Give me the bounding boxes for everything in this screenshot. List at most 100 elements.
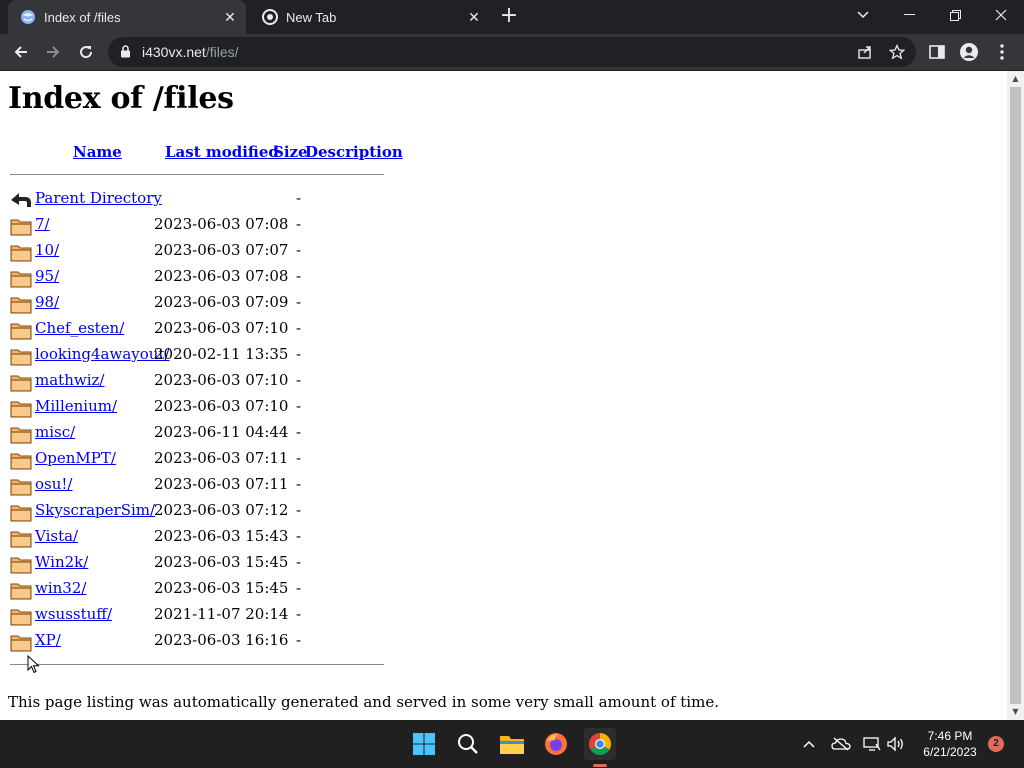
last-modified: 2023-06-03 07:10: [154, 397, 289, 415]
clock-date: 6/21/2023: [923, 745, 977, 759]
directory-link[interactable]: Millenium/: [35, 397, 117, 415]
size: -: [296, 371, 302, 389]
lock-icon[interactable]: [120, 43, 134, 62]
folder-icon: [10, 294, 32, 314]
mouse-cursor-icon: [27, 655, 40, 674]
directory-link[interactable]: Chef_esten/: [35, 319, 124, 337]
size: -: [296, 579, 302, 597]
back-arrow-icon[interactable]: [8, 39, 34, 65]
directory-row: Win2k/2023-06-03 15:45-: [0, 550, 400, 576]
reload-icon[interactable]: [73, 39, 99, 65]
scrollbar-thumb[interactable]: [1010, 87, 1021, 704]
folder-icon: [10, 346, 32, 366]
tab-index-of-files[interactable]: Index of /files ✕: [8, 0, 246, 34]
size: -: [296, 397, 302, 415]
address-bar[interactable]: i430vx.net/files/: [108, 37, 916, 67]
folder-icon: [10, 372, 32, 392]
column-header-description[interactable]: Description: [305, 143, 403, 161]
directory-row: 98/2023-06-03 07:09-: [0, 290, 400, 316]
onedrive-offline-icon[interactable]: [831, 734, 851, 754]
windows-taskbar: 7:46 PM 6/21/2023 2: [0, 720, 1024, 768]
column-header-size[interactable]: Size: [273, 143, 308, 161]
page-viewport: Index of /files Name Last modified Size …: [0, 71, 1007, 720]
directory-link[interactable]: mathwiz/: [35, 371, 104, 389]
chrome-icon[interactable]: [584, 728, 616, 760]
start-icon[interactable]: [408, 728, 440, 760]
window-close-icon[interactable]: [978, 0, 1024, 30]
directory-link[interactable]: osu!/: [35, 475, 72, 493]
directory-link[interactable]: 10/: [35, 241, 59, 259]
directory-link[interactable]: looking4awayout/: [35, 345, 170, 363]
firefox-icon[interactable]: [540, 728, 572, 760]
chrome-favicon-icon: [262, 9, 278, 25]
directory-link[interactable]: XP/: [35, 631, 61, 649]
size: -: [296, 475, 302, 493]
page-title: Index of /files: [8, 81, 234, 116]
last-modified: 2023-06-03 07:12: [154, 501, 289, 519]
size: -: [296, 423, 302, 441]
folder-icon: [10, 606, 32, 626]
folder-icon: [10, 450, 32, 470]
folder-icon: [10, 528, 32, 548]
size: -: [296, 553, 302, 571]
folder-icon: [10, 554, 32, 574]
url-path: /files/: [205, 44, 239, 60]
folder-icon: [10, 398, 32, 418]
directory-row: win32/2023-06-03 15:45-: [0, 576, 400, 602]
directory-link[interactable]: Vista/: [35, 527, 78, 545]
directory-link[interactable]: OpenMPT/: [35, 449, 116, 467]
directory-link[interactable]: misc/: [35, 423, 75, 441]
kebab-menu-icon[interactable]: [991, 41, 1013, 63]
directory-link[interactable]: 98/: [35, 293, 59, 311]
url-text: i430vx.net/files/: [142, 44, 239, 60]
file-explorer-icon[interactable]: [496, 728, 528, 760]
tab-search-chevron-icon[interactable]: [840, 0, 886, 30]
directory-row: XP/2023-06-03 16:16-: [0, 628, 400, 654]
column-header-last-modified[interactable]: Last modified: [165, 143, 279, 161]
parent-directory-link[interactable]: Parent Directory: [35, 189, 162, 207]
active-app-indicator: [593, 764, 607, 767]
last-modified: 2023-06-11 04:44: [154, 423, 289, 441]
directory-row: OpenMPT/2023-06-03 07:11-: [0, 446, 400, 472]
notification-badge[interactable]: 2: [988, 736, 1004, 752]
directory-link[interactable]: Win2k/: [35, 553, 88, 571]
directory-link[interactable]: wsusstuff/: [35, 605, 112, 623]
tab-close-icon[interactable]: ✕: [464, 7, 484, 27]
directory-link[interactable]: 95/: [35, 267, 59, 285]
system-clock[interactable]: 7:46 PM 6/21/2023: [918, 728, 982, 760]
directory-link[interactable]: SkyscraperSim/: [35, 501, 155, 519]
scroll-down-arrow-icon[interactable]: ▼: [1007, 704, 1024, 720]
restore-icon[interactable]: [932, 0, 978, 30]
search-icon[interactable]: [452, 728, 484, 760]
directory-row: misc/2023-06-11 04:44-: [0, 420, 400, 446]
minimize-icon[interactable]: [886, 0, 932, 30]
tab-close-icon[interactable]: ✕: [220, 7, 240, 27]
profile-avatar-icon[interactable]: [958, 41, 980, 63]
last-modified: 2023-06-03 07:08: [154, 267, 289, 285]
side-panel-icon[interactable]: [926, 41, 948, 63]
directory-link[interactable]: win32/: [35, 579, 86, 597]
last-modified: 2023-06-03 16:16: [154, 631, 289, 649]
directory-row: mathwiz/2023-06-03 07:10-: [0, 368, 400, 394]
directory-link[interactable]: 7/: [35, 215, 50, 233]
network-icon[interactable]: [862, 734, 882, 754]
forward-arrow-icon[interactable]: [40, 39, 66, 65]
last-modified: 2021-11-07 20:14: [154, 605, 289, 623]
directory-row: Millenium/2023-06-03 07:10-: [0, 394, 400, 420]
tray-chevron-up-icon[interactable]: [799, 734, 819, 754]
scroll-up-arrow-icon[interactable]: ▲: [1007, 71, 1024, 87]
size: -: [296, 241, 302, 259]
tab-new-tab[interactable]: New Tab ✕: [250, 0, 490, 34]
size: -: [296, 605, 302, 623]
last-modified: 2023-06-03 07:10: [154, 319, 289, 337]
bookmark-star-icon[interactable]: [888, 43, 906, 61]
column-header-name[interactable]: Name: [73, 143, 122, 161]
size: -: [296, 345, 302, 363]
volume-icon[interactable]: [886, 734, 906, 754]
new-tab-plus-icon[interactable]: +: [498, 5, 520, 28]
last-modified: 2023-06-03 07:09: [154, 293, 289, 311]
share-icon[interactable]: [856, 43, 874, 61]
footer-divider: [10, 664, 384, 665]
size: -: [296, 631, 302, 649]
vertical-scrollbar[interactable]: ▲ ▼: [1007, 71, 1024, 720]
